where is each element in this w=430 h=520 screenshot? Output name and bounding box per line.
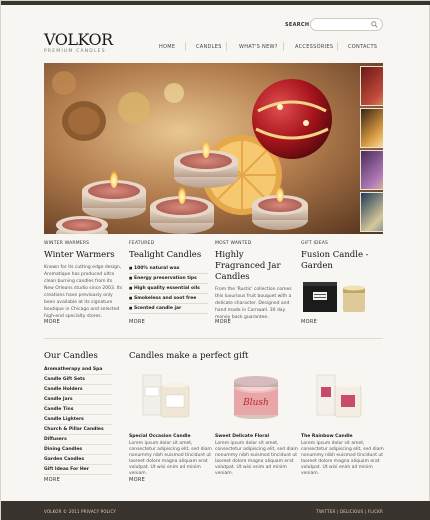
- feature-jar-candles: MOST WANTED Highly Fragranced Jar Candle…: [215, 241, 294, 321]
- nav-candles[interactable]: CANDLES: [196, 44, 222, 50]
- product-card: Blush Sweet Delicate Floral Lorem ipsum …: [215, 371, 298, 477]
- nav-whats-new[interactable]: WHAT'S NEW?: [239, 44, 278, 50]
- product-description: Lorem ipsum dolor sit amet, consectetur …: [129, 441, 212, 476]
- more-link[interactable]: MORE: [129, 477, 145, 483]
- nav-separator: [185, 42, 186, 51]
- hero-thumbnail-2[interactable]: [360, 108, 383, 148]
- hero-thumbnail-1[interactable]: [360, 66, 383, 106]
- list-item[interactable]: High quality essential oils: [129, 284, 208, 294]
- category-item[interactable]: Candle Gift Sets: [44, 375, 112, 385]
- nav-separator: [283, 42, 284, 51]
- logo[interactable]: VOLKOR PREMIUM CANDLES: [44, 30, 113, 55]
- category-item[interactable]: Church & Pillar Candles: [44, 425, 112, 435]
- product-image[interactable]: Blush: [215, 371, 298, 421]
- category-item[interactable]: Garden Candles: [44, 455, 112, 465]
- category-item[interactable]: Aromatherapy and Spa: [44, 365, 112, 375]
- gifts-title: Candles make a perfect gift: [129, 351, 249, 361]
- nav-contacts[interactable]: CONTACTS: [348, 44, 377, 50]
- feature-title[interactable]: Highly Fragranced Jar Candles: [215, 250, 294, 283]
- feature-title[interactable]: Fusion Candle - Garden: [301, 250, 380, 272]
- tin-label: Blush: [242, 398, 269, 408]
- our-candles-list: Aromatherapy and Spa Candle Gift Sets Ca…: [44, 365, 112, 475]
- list-item[interactable]: 100% natural wax: [129, 264, 208, 274]
- category-item[interactable]: Diffusers: [44, 435, 112, 445]
- product-image[interactable]: [129, 371, 212, 421]
- nav-accessories[interactable]: ACCESSORIES: [295, 44, 333, 50]
- nav-separator: [337, 42, 338, 51]
- more-link[interactable]: MORE: [215, 319, 231, 325]
- category-item[interactable]: Dining Candles: [44, 445, 112, 455]
- feature-label: MOST WANTED: [215, 241, 252, 246]
- search-input[interactable]: [310, 18, 383, 31]
- footer-social-links[interactable]: TWITTER | DELICIOUS | FLICKR: [316, 509, 383, 514]
- feature-label: FEATURED: [129, 241, 155, 246]
- product-name[interactable]: Sweet Delicate Floral: [215, 434, 298, 439]
- hero-candles-image: [44, 63, 383, 234]
- footer: VOLKOR © 2011 PRIVACY POLICY TWITTER | D…: [1, 501, 430, 520]
- footer-copyright[interactable]: VOLKOR © 2011 PRIVACY POLICY: [44, 509, 116, 514]
- feature-text: From the 'Rustic' collection comes this …: [215, 287, 292, 320]
- search-label: SEARCH: [285, 22, 310, 28]
- page: SEARCH VOLKOR PREMIUM CANDLES HOME CANDL…: [0, 0, 430, 520]
- section-divider: [44, 338, 383, 339]
- list-item[interactable]: Smokeless and soot free: [129, 294, 208, 304]
- category-item[interactable]: Candle Holders: [44, 385, 112, 395]
- product-name[interactable]: The Rainbow Candle: [301, 434, 384, 439]
- top-bar: [1, 1, 430, 5]
- product-description: Lorem ipsum dolor sit amet, consectetur …: [215, 441, 298, 476]
- search-icon[interactable]: [371, 21, 378, 28]
- feature-winter-warmers: WINTER WARMERS Winter Warmers Known for …: [44, 241, 123, 320]
- more-link[interactable]: MORE: [129, 319, 145, 325]
- feature-tealight-candles: FEATURED Tealight Candles 100% natural w…: [129, 241, 208, 314]
- fusion-candle-image[interactable]: [301, 276, 379, 316]
- product-description: Lorem ipsum dolor sit amet, consectetur …: [301, 441, 384, 476]
- product-name[interactable]: Special Occasion Candle: [129, 434, 212, 439]
- hero-banner[interactable]: [44, 63, 383, 234]
- more-link[interactable]: MORE: [44, 319, 60, 325]
- feature-fusion-candle: GIFT IDEAS Fusion Candle - Garden: [301, 241, 380, 320]
- feature-list: 100% natural wax Energy preservation tip…: [129, 264, 208, 314]
- category-item[interactable]: Candle Tins: [44, 405, 112, 415]
- product-image[interactable]: [301, 371, 384, 421]
- product-card: Special Occasion Candle Lorem ipsum dolo…: [129, 371, 212, 477]
- feature-title[interactable]: Winter Warmers: [44, 250, 123, 261]
- hero-thumbnail-3[interactable]: [360, 150, 383, 190]
- nav-home[interactable]: HOME: [159, 44, 175, 50]
- list-item[interactable]: Energy preservation tips: [129, 274, 208, 284]
- logo-tagline: PREMIUM CANDLES: [44, 49, 106, 54]
- category-item[interactable]: Gift Ideas For Her: [44, 465, 112, 475]
- feature-text: Known for its cutting edge design, Aroma…: [44, 265, 123, 319]
- category-item[interactable]: Candle Jars: [44, 395, 112, 405]
- more-link[interactable]: MORE: [44, 477, 60, 483]
- category-item[interactable]: Candle Lighters: [44, 415, 112, 425]
- feature-title[interactable]: Tealight Candles: [129, 250, 208, 261]
- list-item[interactable]: Scented candle jar: [129, 304, 208, 314]
- our-candles-title: Our Candles: [44, 351, 98, 361]
- nav-separator: [226, 42, 227, 51]
- more-link[interactable]: MORE: [301, 319, 317, 325]
- hero-thumbnail-4[interactable]: [360, 192, 383, 232]
- product-card: The Rainbow Candle Lorem ipsum dolor sit…: [301, 371, 384, 477]
- logo-name: VOLKOR: [44, 30, 113, 49]
- feature-label: WINTER WARMERS: [44, 241, 90, 246]
- feature-label: GIFT IDEAS: [301, 241, 329, 246]
